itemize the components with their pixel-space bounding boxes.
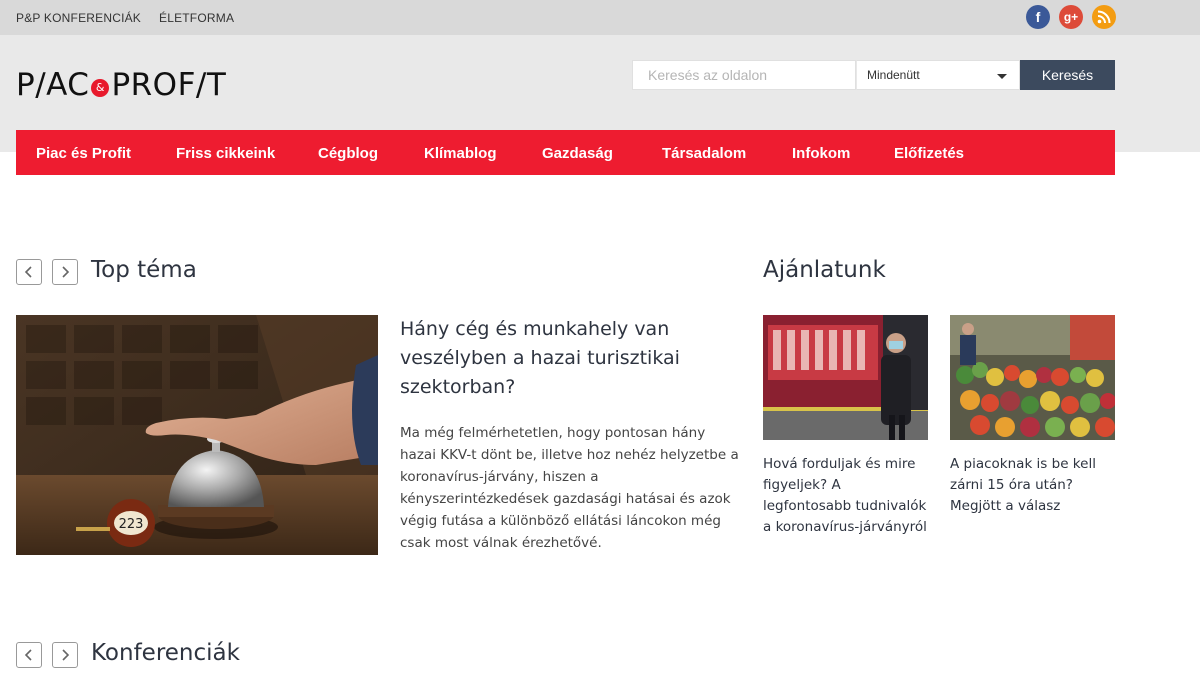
top-tema-prev-button[interactable]	[16, 259, 42, 285]
search-input[interactable]	[632, 60, 856, 90]
logo-right: PROF/T	[111, 67, 227, 103]
top-tema-article-title[interactable]: Hány cég és munkahely van veszélyben a h…	[400, 315, 720, 402]
facebook-glyph: f	[1035, 9, 1041, 25]
konferenciak-prev-button[interactable]	[16, 642, 42, 668]
ajanlatunk-item-1-title[interactable]: Hová forduljak és mire figyeljek? A legf…	[763, 454, 933, 538]
main-nav: Piac és Profit Friss cikkeink Cégblog Kl…	[16, 130, 1115, 175]
chevron-right-icon	[62, 266, 70, 278]
chevron-down-icon	[997, 74, 1007, 79]
ajanlatunk-title: Ajánlatunk	[763, 257, 886, 283]
top-tema-article-image[interactable]: 223	[16, 315, 378, 555]
nav-item-infokom[interactable]: Infokom	[792, 145, 850, 162]
google-plus-icon[interactable]: g+	[1059, 5, 1083, 29]
logo-left: P/AC	[16, 67, 90, 103]
search-scope-select[interactable]: Mindenütt	[856, 60, 1020, 90]
hotel-bell-illustration: 223	[16, 315, 378, 555]
ajanlatunk-item-1-image[interactable]	[763, 315, 928, 440]
nav-item-elofizetes[interactable]: Előfizetés	[894, 145, 964, 162]
topbar-link-eletforma[interactable]: ÉLETFORMA	[159, 11, 234, 25]
konferenciak-title: Konferenciák	[91, 640, 240, 666]
room-tag-number: 223	[119, 517, 144, 532]
nav-item-cegblog[interactable]: Cégblog	[318, 145, 378, 162]
rss-icon[interactable]	[1092, 5, 1116, 29]
topbar-link-konferenciak[interactable]: P&P KONFERENCIÁK	[16, 11, 141, 25]
chevron-left-icon	[24, 649, 32, 661]
top-tema-next-button[interactable]	[52, 259, 78, 285]
nav-item-klimablog[interactable]: Klímablog	[424, 145, 497, 162]
rss-glyph	[1097, 10, 1111, 24]
market-stall-illustration	[950, 315, 1115, 440]
google-plus-glyph: g+	[1063, 10, 1079, 24]
search-scope-value: Mindenütt	[867, 68, 920, 82]
ajanlatunk-item-2-image[interactable]	[950, 315, 1115, 440]
search-button[interactable]: Keresés	[1020, 60, 1115, 90]
site-logo[interactable]: P/AC & PROF/T	[16, 67, 226, 103]
chevron-left-icon	[24, 266, 32, 278]
chevron-right-icon	[62, 649, 70, 661]
top-tema-title: Top téma	[91, 257, 197, 283]
top-tema-article-lead: Ma még felmérhetetlen, hogy pontosan hán…	[400, 425, 739, 551]
facebook-icon[interactable]: f	[1026, 5, 1050, 29]
nav-item-friss-cikkeink[interactable]: Friss cikkeink	[176, 145, 275, 162]
metro-passenger-illustration	[763, 315, 928, 440]
ajanlatunk-item-2-title[interactable]: A piacoknak is be kell zárni 15 óra után…	[950, 454, 1120, 517]
nav-item-gazdasag[interactable]: Gazdaság	[542, 145, 613, 162]
nav-item-piac-es-profit[interactable]: Piac és Profit	[36, 145, 131, 162]
top-bar: P&P KONFERENCIÁK ÉLETFORMA f g+	[0, 0, 1200, 35]
konferenciak-next-button[interactable]	[52, 642, 78, 668]
logo-amp: &	[91, 79, 110, 97]
nav-item-tarsadalom[interactable]: Társadalom	[662, 145, 746, 162]
